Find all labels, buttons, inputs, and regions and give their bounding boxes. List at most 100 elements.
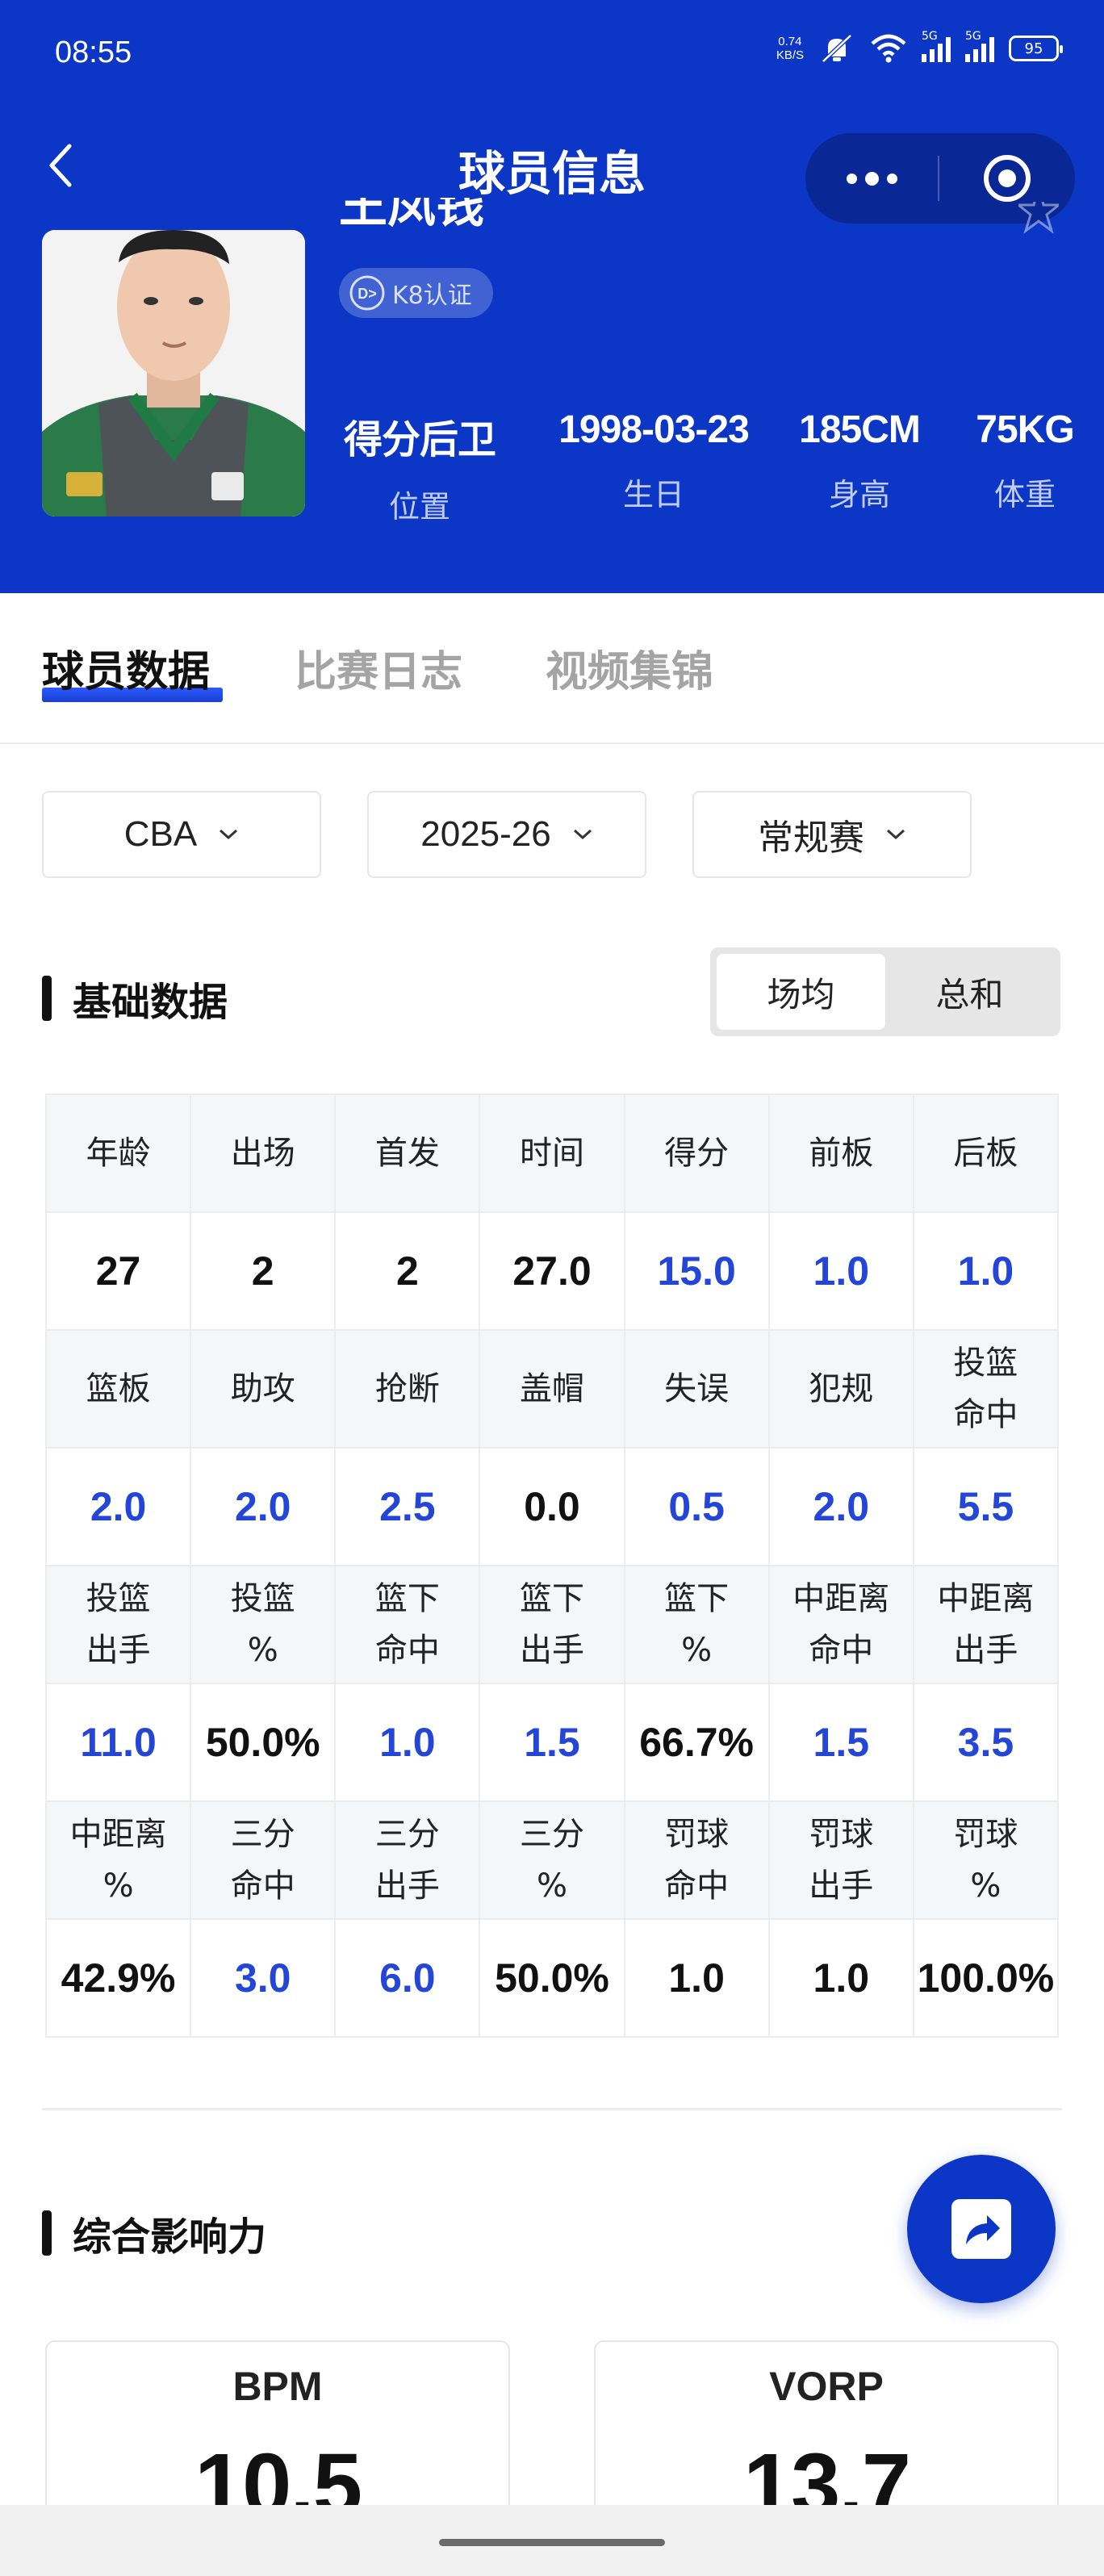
favorite-star-icon[interactable]	[1018, 202, 1059, 242]
chevron-down-icon	[573, 829, 592, 840]
stat-value-cell: 0.5	[623, 1447, 770, 1566]
home-gesture-handle[interactable]	[439, 2539, 665, 2546]
stats-value-row: 11.0 50.0% 1.0 1.5 66.7% 1.5 3.5	[44, 1683, 1060, 1802]
target-circle-icon	[984, 155, 1031, 202]
cert-badge: D> K8认证	[339, 268, 493, 318]
average-total-toggle: 场均 总和	[710, 947, 1060, 1036]
stat-value-cell: 2	[190, 1211, 337, 1331]
stat-header-cell: 罚球 出手	[767, 1800, 914, 1920]
status-bar: 08:55 0.74 KB/S 5G 5G 95	[0, 0, 1104, 105]
stat-value-cell: 27.0	[479, 1211, 625, 1331]
stat-header-cell: 中距离 %	[44, 1800, 192, 1920]
stat-header-cell: 罚球 命中	[623, 1800, 770, 1920]
k8-logo-icon: D>	[349, 275, 385, 311]
stat-header-cell: 篮下 命中	[334, 1565, 481, 1684]
share-button[interactable]	[907, 2155, 1056, 2303]
stat-value-cell: 0.0	[479, 1447, 625, 1566]
stat-value-cell: 42.9%	[44, 1918, 192, 2038]
stat-header-cell: 投篮 %	[190, 1565, 337, 1684]
stat-value-cell: 2.0	[190, 1447, 337, 1566]
close-miniprogram-button[interactable]	[939, 153, 1075, 204]
info-birthday: 1998-03-23 生日	[558, 408, 750, 512]
stat-value-cell: 66.7%	[623, 1683, 770, 1802]
season-select[interactable]: 2025-26	[367, 791, 646, 878]
stats-header-row: 篮板 助攻 抢断 盖帽 失误 犯规 投篮 命中	[44, 1329, 1060, 1449]
stats-value-row: 27 2 2 27.0 15.0 1.0 1.0	[44, 1211, 1060, 1331]
stat-value-cell: 1.0	[912, 1211, 1060, 1331]
game-type-select[interactable]: 常规赛	[692, 791, 972, 878]
stat-header-cell: 投篮 命中	[912, 1329, 1060, 1449]
stat-header-cell: 三分 出手	[334, 1800, 481, 1920]
stat-header-cell: 得分	[623, 1094, 770, 1213]
battery-icon: 95	[1009, 36, 1063, 61]
stat-value-cell: 2.0	[44, 1447, 192, 1566]
info-height: 185CM 身高	[799, 408, 921, 512]
stat-header-cell: 时间	[479, 1094, 625, 1213]
stat-header-cell: 失误	[623, 1329, 770, 1449]
stats-header-row: 年龄 出场 首发 时间 得分 前板 后板	[44, 1094, 1060, 1213]
league-select[interactable]: CBA	[42, 791, 321, 878]
chevron-down-icon	[220, 829, 238, 840]
stat-value-cell: 5.5	[912, 1447, 1060, 1566]
stat-header-cell: 中距离 出手	[912, 1565, 1060, 1684]
divider	[42, 2108, 1062, 2110]
tab-game-log[interactable]: 比赛日志	[295, 638, 462, 698]
stat-header-cell: 后板	[912, 1094, 1060, 1213]
stats-header-row: 投篮 出手 投篮 % 篮下 命中 篮下 出手 篮下 % 中距离 命中 中距离 出手	[44, 1565, 1060, 1684]
stat-header-cell: 前板	[767, 1094, 914, 1213]
stat-value-cell: 1.5	[767, 1683, 914, 1802]
stat-value-cell: 2	[334, 1211, 481, 1331]
signal-sim1-icon: 5G	[922, 30, 951, 62]
stat-value-cell: 1.0	[767, 1211, 914, 1331]
stat-value-cell: 27	[44, 1211, 192, 1331]
basic-stats-heading: 基础数据	[42, 970, 228, 1027]
status-time: 08:55	[55, 36, 132, 69]
stat-header-cell: 犯规	[767, 1329, 914, 1449]
toggle-total[interactable]: 总和	[885, 954, 1054, 1030]
wifi-icon	[871, 34, 906, 63]
chevron-down-icon	[886, 829, 905, 840]
stat-header-cell: 篮下 %	[623, 1565, 770, 1684]
stat-header-cell: 投篮 出手	[44, 1565, 192, 1684]
stat-value-cell: 1.0	[334, 1683, 481, 1802]
more-button[interactable]	[805, 133, 938, 224]
stat-header-cell: 出场	[190, 1094, 337, 1213]
net-speed: 0.74 KB/S	[776, 35, 804, 62]
stat-value-cell: 1.0	[767, 1918, 914, 2038]
stat-header-cell: 首发	[334, 1094, 481, 1213]
stat-value-cell: 3.5	[912, 1683, 1060, 1802]
stat-value-cell: 15.0	[623, 1211, 770, 1331]
stat-header-cell: 罚球 %	[912, 1800, 1060, 1920]
stat-value-cell: 3.0	[190, 1918, 337, 2038]
stat-value-cell: 1.5	[479, 1683, 625, 1802]
player-photo	[42, 230, 305, 516]
toggle-average[interactable]: 场均	[717, 954, 885, 1030]
info-position: 得分后卫 位置	[343, 419, 496, 525]
divider	[0, 742, 1104, 744]
stat-header-cell: 年龄	[44, 1094, 192, 1213]
stat-value-cell: 2.5	[334, 1447, 481, 1566]
stat-value-cell: 1.0	[623, 1918, 770, 2038]
more-dots-icon	[846, 173, 857, 184]
stat-value-cell: 100.0%	[912, 1918, 1060, 2038]
tab-video-highlights[interactable]: 视频集锦	[546, 638, 713, 698]
stat-header-cell: 篮下 出手	[479, 1565, 625, 1684]
mute-bell-icon	[822, 34, 852, 63]
stat-header-cell: 三分 命中	[190, 1800, 337, 1920]
stat-header-cell: 中距离 命中	[767, 1565, 914, 1684]
stat-header-cell: 篮板	[44, 1329, 192, 1449]
impact-heading: 综合影响力	[42, 2205, 266, 2261]
status-icons: 0.74 KB/S 5G 5G 95	[776, 30, 1063, 65]
stat-header-cell: 盖帽	[479, 1329, 625, 1449]
signal-sim2-icon: 5G	[965, 30, 994, 62]
svg-text:D>: D>	[358, 286, 377, 302]
stats-value-row: 2.0 2.0 2.5 0.0 0.5 2.0 5.5	[44, 1447, 1060, 1566]
stat-value-cell: 6.0	[334, 1918, 481, 2038]
system-nav-bar	[0, 2505, 1104, 2576]
player-avatar	[42, 230, 305, 516]
stat-header-cell: 抢断	[334, 1329, 481, 1449]
stats-value-row: 42.9% 3.0 6.0 50.0% 1.0 1.0 100.0%	[44, 1918, 1060, 2038]
stat-header-cell: 三分 %	[479, 1800, 625, 1920]
tab-player-stats[interactable]: 球员数据	[42, 638, 210, 698]
stat-value-cell: 2.0	[767, 1447, 914, 1566]
